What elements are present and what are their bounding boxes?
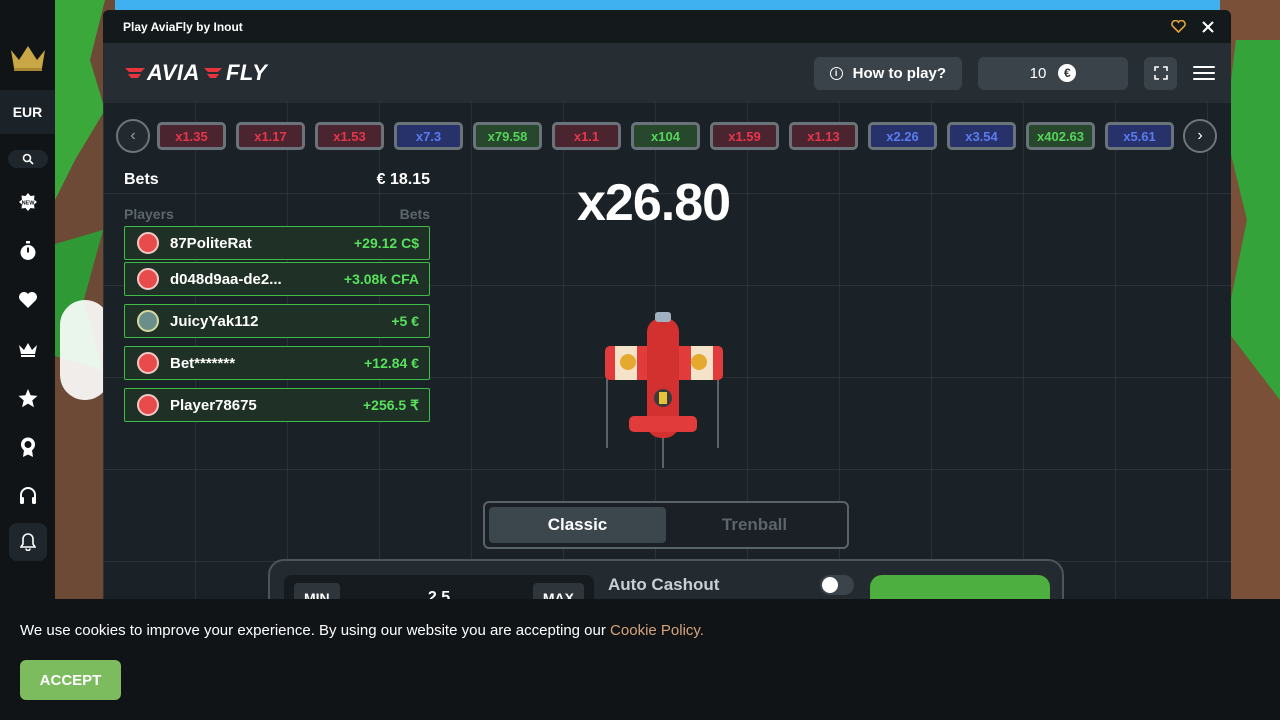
hamburger-menu-icon[interactable] — [1193, 66, 1215, 80]
award-icon[interactable] — [13, 432, 43, 462]
col-bets: Bets — [399, 206, 430, 222]
player-name: Player78675 — [170, 396, 257, 414]
cookie-policy-link[interactable]: Cookie Policy. — [610, 622, 704, 639]
avatar — [137, 310, 159, 332]
game-window: Play AviaFly by Inout AVIA FLY i How to … — [103, 10, 1231, 630]
logo-text-fly: FLY — [225, 60, 268, 85]
history-multiplier: x104 — [631, 122, 700, 150]
avatar — [137, 352, 159, 374]
bet-row: Player78675 +256.5 ₹ — [124, 388, 430, 422]
logo-text-avia: AVIA — [147, 60, 200, 85]
chevron-right-icon: › — [1197, 127, 1203, 144]
multiplier-history: ‹ x1.35 x1.17 x1.53 x7.3 x79.58 x1.1 x104 x1.59… — [116, 119, 1217, 153]
crown-icon[interactable] — [13, 334, 43, 364]
history-prev-button[interactable]: ‹ — [116, 119, 150, 153]
stopwatch-icon[interactable] — [13, 236, 43, 266]
bet-row: d048d9aa-de2... +3.08k CFA — [124, 262, 430, 296]
window-titlebar: Play AviaFly by Inout — [103, 10, 1231, 43]
history-multiplier: x2.26 — [868, 122, 937, 150]
history-multiplier: x79.58 — [473, 122, 542, 150]
fullscreen-button[interactable] — [1144, 56, 1177, 90]
aviafly-logo: AVIA FLY — [125, 60, 814, 86]
mode-classic-tab[interactable]: Classic — [489, 507, 666, 543]
player-name: d048d9aa-de2... — [170, 270, 282, 288]
avatar — [137, 268, 159, 290]
bet-row: JuicyYak112 +5 € — [124, 304, 430, 338]
euro-coin-icon: € — [1058, 64, 1077, 82]
heart-icon[interactable] — [13, 285, 43, 315]
bets-total: € 18.15 — [376, 171, 430, 188]
history-multiplier: x1.59 — [710, 122, 779, 150]
new-badge-icon[interactable]: NEW — [13, 187, 43, 217]
player-name: Bet******* — [170, 354, 236, 372]
history-multiplier: x1.13 — [789, 122, 858, 150]
info-icon: i — [829, 66, 843, 80]
auto-cashout-label: Auto Cashout — [608, 575, 720, 594]
mode-switch: Classic Trenball — [483, 501, 849, 549]
chevron-left-icon: ‹ — [130, 127, 136, 144]
bet-row: Bet******* +12.84 € — [124, 346, 430, 380]
bets-list: 87PoliteRat +29.12 C$ d048d9aa-de2... +3.08… — [124, 226, 430, 422]
plane-icon — [605, 312, 723, 468]
bets-panel: Bets € 18.15 Players Bets 87PoliteRat +29… — [124, 171, 430, 467]
currency-selector[interactable]: EUR — [0, 90, 55, 134]
bet-win-amount: +12.84 € — [364, 355, 419, 371]
history-multiplier: x5.61 — [1105, 122, 1174, 150]
balance-display: 10 € — [978, 56, 1128, 90]
history-multiplier: x1.53 — [315, 122, 384, 150]
balance-value: 10 — [1029, 64, 1047, 82]
player-name: 87PoliteRat — [170, 234, 252, 252]
cookie-banner: We use cookies to improve your experienc… — [0, 599, 1280, 720]
game-header: AVIA FLY i How to play? 10 € — [103, 43, 1231, 103]
bet-row: 87PoliteRat +29.12 C$ — [124, 226, 430, 260]
bet-win-amount: +29.12 C$ — [354, 235, 419, 251]
bet-win-amount: +3.08k CFA — [343, 271, 419, 287]
cookie-message: We use cookies to improve your experienc… — [20, 622, 704, 639]
bet-win-amount: +256.5 ₹ — [362, 396, 419, 413]
avatar — [137, 232, 159, 254]
player-name: JuicyYak112 — [170, 312, 259, 330]
bets-header: Bets € 18.15 — [124, 171, 430, 197]
history-multiplier: x1.1 — [552, 122, 621, 150]
game-arena: ‹ x1.35 x1.17 x1.53 x7.3 x79.58 x1.1 x104 x1.59… — [103, 103, 1231, 630]
favorite-heart-icon[interactable] — [1169, 18, 1187, 36]
history-multiplier: x1.17 — [236, 122, 305, 150]
svg-text:NEW: NEW — [21, 201, 35, 207]
star-icon[interactable] — [13, 383, 43, 413]
crown-logo-icon[interactable] — [8, 42, 48, 72]
current-multiplier: x26.80 — [577, 174, 731, 232]
accept-cookies-button[interactable]: ACCEPT — [20, 660, 121, 700]
bell-icon[interactable] — [8, 523, 47, 561]
auto-cashout-toggle[interactable] — [820, 575, 854, 595]
history-items: x1.35 x1.17 x1.53 x7.3 x79.58 x1.1 x104 x1.59 x1… — [150, 122, 1183, 150]
fullscreen-icon — [1153, 66, 1168, 80]
history-multiplier: x1.35 — [157, 122, 226, 150]
history-multiplier: x402.63 — [1026, 122, 1095, 150]
headset-icon[interactable] — [13, 481, 43, 511]
cookie-text: We use cookies to improve your experienc… — [20, 622, 606, 639]
history-multiplier: x7.3 — [394, 122, 463, 150]
window-title: Play AviaFly by Inout — [123, 19, 243, 34]
close-icon[interactable] — [1199, 18, 1217, 36]
col-players: Players — [124, 206, 174, 222]
bets-title: Bets — [124, 171, 159, 188]
how-to-play-label: How to play? — [852, 64, 946, 82]
history-multiplier: x3.54 — [947, 122, 1016, 150]
how-to-play-button[interactable]: i How to play? — [813, 56, 962, 90]
mode-trenball-tab[interactable]: Trenball — [666, 507, 843, 543]
history-next-button[interactable]: › — [1183, 119, 1217, 153]
search-icon[interactable] — [7, 150, 48, 168]
bet-win-amount: +5 € — [391, 313, 419, 329]
avatar — [137, 394, 159, 416]
bets-columns: Players Bets — [124, 206, 430, 226]
